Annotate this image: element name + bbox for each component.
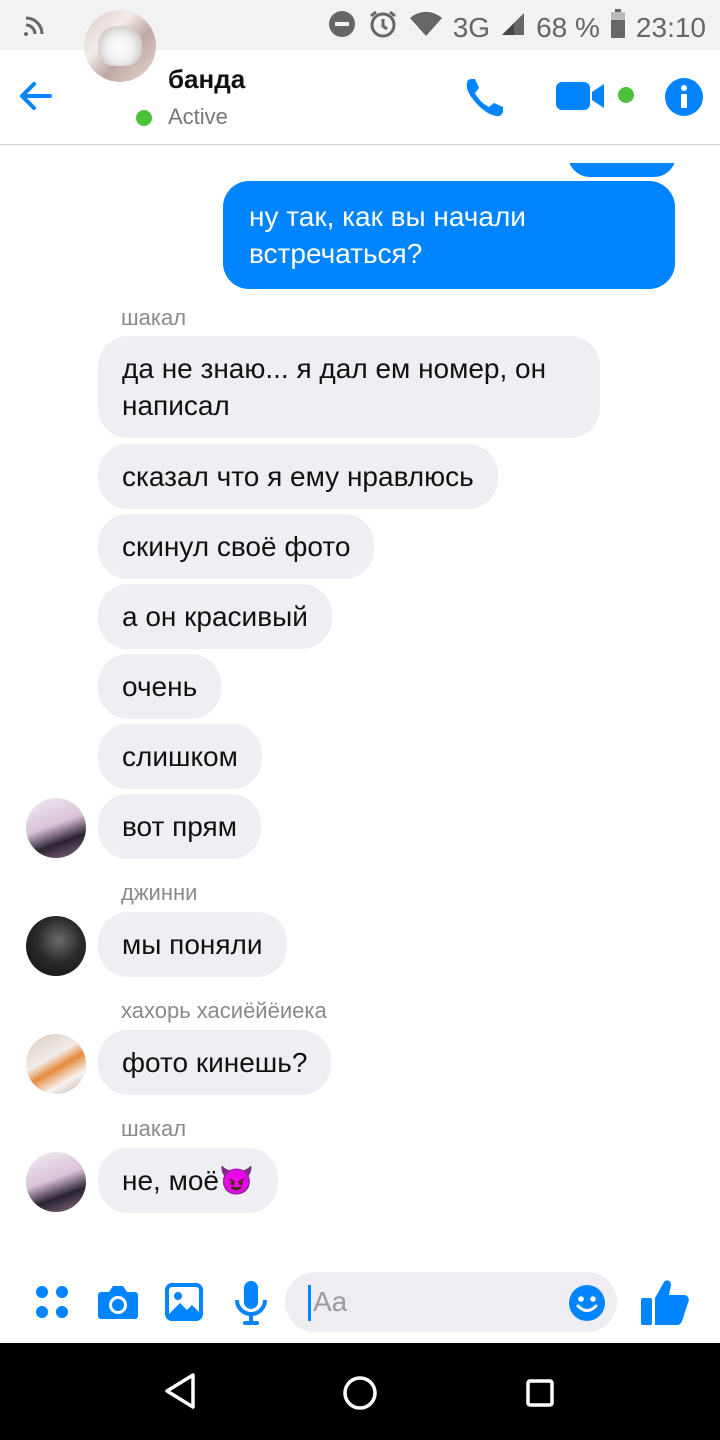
incoming-message[interactable]: слишком (98, 724, 262, 789)
clock: 23:10 (635, 12, 706, 43)
text-caret (308, 1285, 311, 1321)
do-not-disturb-icon (327, 9, 357, 47)
back-triangle-icon[interactable] (162, 1371, 198, 1416)
phone-icon[interactable] (462, 76, 506, 125)
chat-active-status: Active (168, 104, 228, 129)
active-status-dot (133, 107, 155, 129)
recents-square-icon[interactable] (522, 1375, 558, 1416)
sender-avatar[interactable] (26, 798, 86, 858)
devil-emoji: 😈 (219, 1165, 254, 1196)
incoming-message[interactable]: не, моё😈 (98, 1148, 278, 1213)
incoming-message[interactable]: мы поняли (98, 912, 287, 977)
sender-name: хахорь хасиёйёиека (121, 998, 327, 1023)
thumbs-up-icon[interactable] (640, 1278, 690, 1331)
incoming-message[interactable]: сказал что я ему нравлюсь (98, 444, 498, 509)
signal-icon (500, 11, 526, 45)
camera-icon[interactable] (97, 1284, 139, 1325)
message-text: не, моё (122, 1165, 219, 1196)
incoming-message[interactable]: очень (98, 654, 222, 719)
emoji-icon[interactable] (568, 1284, 606, 1327)
sender-avatar[interactable] (26, 1152, 86, 1212)
incoming-message[interactable]: вот прям (98, 794, 261, 859)
outgoing-message[interactable]: ну так, как вы начали встречаться? (223, 181, 675, 289)
info-icon[interactable] (664, 77, 704, 122)
video-online-dot (618, 87, 634, 103)
sender-avatar[interactable] (26, 916, 86, 976)
gallery-icon[interactable] (164, 1282, 204, 1327)
home-circle-icon[interactable] (340, 1373, 380, 1418)
sender-name: шакал (121, 305, 187, 330)
video-icon[interactable] (556, 80, 606, 117)
message-input-placeholder: Aa (313, 1286, 348, 1317)
sender-name: джинни (121, 880, 198, 905)
apps-icon[interactable] (34, 1284, 70, 1325)
system-nav-bar (0, 1343, 720, 1440)
battery-icon (610, 9, 626, 47)
previous-message-edge (568, 163, 676, 177)
network-type: 3G (452, 12, 491, 43)
chat-title[interactable]: банда (168, 64, 245, 95)
group-avatar[interactable] (84, 10, 156, 82)
cast-icon (24, 12, 48, 41)
sender-avatar[interactable] (26, 1034, 86, 1094)
incoming-message[interactable]: да не знаю... я дал ем номер, он написал (98, 336, 600, 438)
incoming-message[interactable]: скинул своё фото (98, 514, 375, 579)
wifi-icon (409, 10, 443, 46)
battery-percent: 68 % (536, 12, 600, 43)
back-arrow-icon[interactable] (18, 78, 54, 119)
incoming-message[interactable]: а он красивый (98, 584, 332, 649)
alarm-icon (367, 8, 399, 48)
incoming-message[interactable]: фото кинешь? (98, 1030, 332, 1095)
sender-name: шакал (121, 1116, 187, 1141)
microphone-icon[interactable] (234, 1280, 268, 1331)
